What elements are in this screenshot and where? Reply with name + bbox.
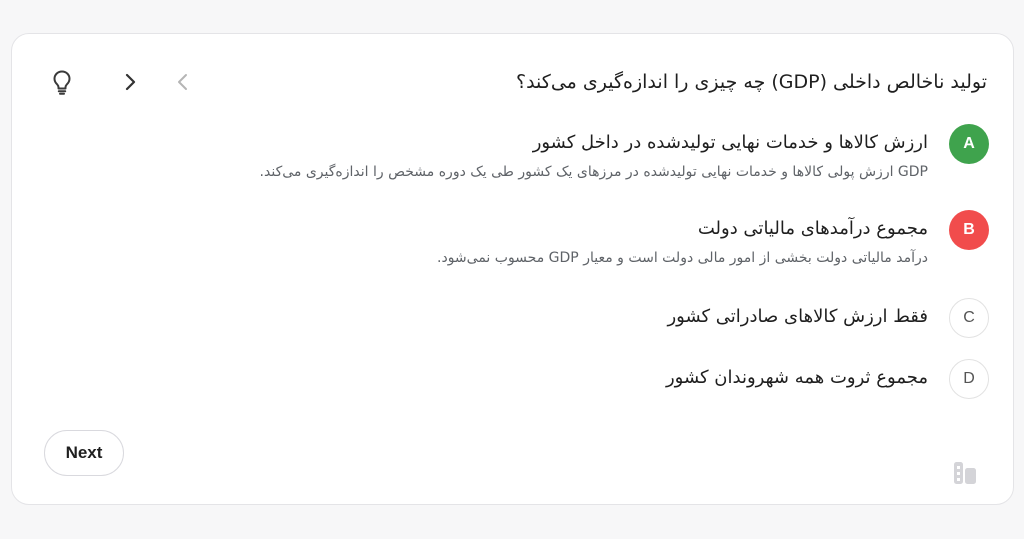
option-a-text: ارزش کالاها و خدمات نهایی تولیدشده در دا… [532, 132, 928, 153]
next-button[interactable]: Next [44, 430, 124, 476]
option-a-explanation: GDP ارزش پولی کالاها و خدمات نهایی تولید… [259, 164, 928, 180]
option-b-explanation: درآمد مالیاتی دولت بخشی از امور مالی دول… [437, 250, 928, 266]
option-d-badge: D [949, 359, 989, 399]
chevron-left-icon[interactable] [167, 66, 199, 98]
quiz-card: تولید ناخالص داخلی (GDP) چه چیزی را اندا… [11, 33, 1014, 505]
option-b-badge: B [949, 210, 989, 250]
quiz-header: تولید ناخالص داخلی (GDP) چه چیزی را اندا… [12, 64, 1013, 100]
app-logo-icon [952, 460, 978, 486]
option-a-badge: A [949, 124, 989, 164]
option-c-badge: C [949, 298, 989, 338]
lightbulb-icon[interactable] [46, 66, 78, 98]
chevron-right-icon[interactable] [114, 66, 146, 98]
option-d-text: مجموع ثروت همه شهروندان کشور [665, 367, 928, 388]
option-c-text: فقط ارزش کالاهای صادراتی کشور [667, 306, 928, 327]
option-b-text: مجموع درآمدهای مالیاتی دولت [697, 218, 928, 239]
question-text: تولید ناخالص داخلی (GDP) چه چیزی را اندا… [516, 71, 987, 93]
